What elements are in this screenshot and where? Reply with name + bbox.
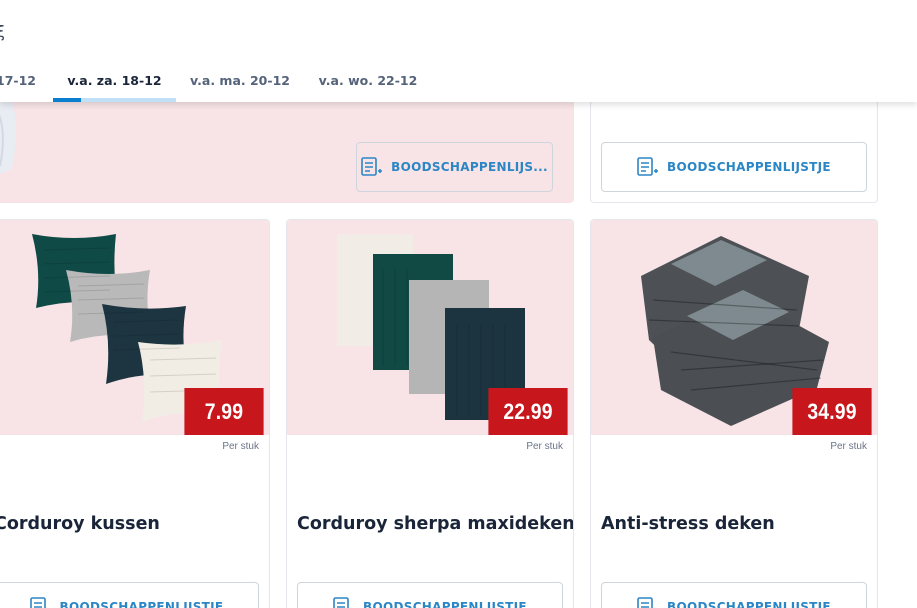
list-add-icon: [637, 597, 653, 608]
add-to-list-label: BOODSCHAPPENLIJSTJE: [363, 600, 527, 608]
price-badge: 7.99: [184, 388, 264, 435]
tab-17-12[interactable]: 17-12: [0, 60, 38, 102]
add-to-list-button[interactable]: BOODSCHAPPENLIJSTJE: [601, 582, 867, 608]
product-card-partial-left[interactable]: BOODSCHAPPENLIJS...: [0, 100, 574, 203]
product-card-corduroy-sherpa-maxideken[interactable]: 22.99 Per stuk Corduroy sherpa maxideken…: [286, 219, 574, 608]
price-unit: Per stuk: [526, 441, 563, 452]
price-badge: 22.99: [488, 388, 568, 435]
product-card-partial-right[interactable]: BOODSCHAPPENLIJSTJE: [590, 100, 878, 203]
add-to-list-button[interactable]: BOODSCHAPPENLIJSTJE: [601, 142, 867, 192]
add-to-list-button[interactable]: BOODSCHAPPENLIJSTJE: [297, 582, 563, 608]
add-to-list-label: BOODSCHAPPENLIJSTJE: [667, 160, 831, 174]
product-card-corduroy-kussen[interactable]: 7.99 Per stuk Corduroy kussen BOODSCHAPP…: [0, 219, 270, 608]
add-to-list-button[interactable]: BOODSCHAPPENLIJS...: [356, 142, 553, 192]
tab-ma-20-12[interactable]: v.a. ma. 20-12: [182, 60, 298, 102]
add-to-list-button[interactable]: BOODSCHAPPENLIJSTJE: [0, 582, 259, 608]
list-add-icon: [637, 157, 659, 176]
tab-wo-22-12[interactable]: v.a. wo. 22-12: [308, 60, 428, 102]
product-title[interactable]: Corduroy kussen: [0, 514, 160, 534]
list-add-icon: [29, 597, 46, 608]
price-badge: 34.99: [792, 388, 872, 435]
product-title[interactable]: Anti-stress deken: [601, 514, 775, 534]
active-tab-indicator: [53, 98, 176, 102]
list-add-icon: [333, 597, 349, 608]
product-title[interactable]: Corduroy sherpa maxideken: [297, 514, 573, 534]
date-tabs-header: ξ 17-12 v.a. za. 18-12 v.a. ma. 20-12 v.…: [0, 0, 917, 102]
product-card-anti-stress-deken[interactable]: 34.99 Per stuk Anti-stress deken BOODSCH…: [590, 219, 878, 608]
add-to-list-label: BOODSCHAPPENLIJSTJE: [667, 600, 831, 608]
date-tabs: 17-12 v.a. za. 18-12 v.a. ma. 20-12 v.a.…: [0, 60, 917, 102]
header-partial-glyph: ξ: [0, 22, 5, 41]
tab-za-18-12[interactable]: v.a. za. 18-12: [53, 60, 176, 102]
list-add-icon: [361, 157, 383, 176]
price-unit: Per stuk: [830, 441, 867, 452]
add-to-list-label: BOODSCHAPPENLIJSTJE: [59, 600, 224, 608]
add-to-list-label: BOODSCHAPPENLIJS...: [391, 160, 548, 174]
price-unit: Per stuk: [222, 441, 259, 452]
product-image-partial: [0, 100, 16, 174]
